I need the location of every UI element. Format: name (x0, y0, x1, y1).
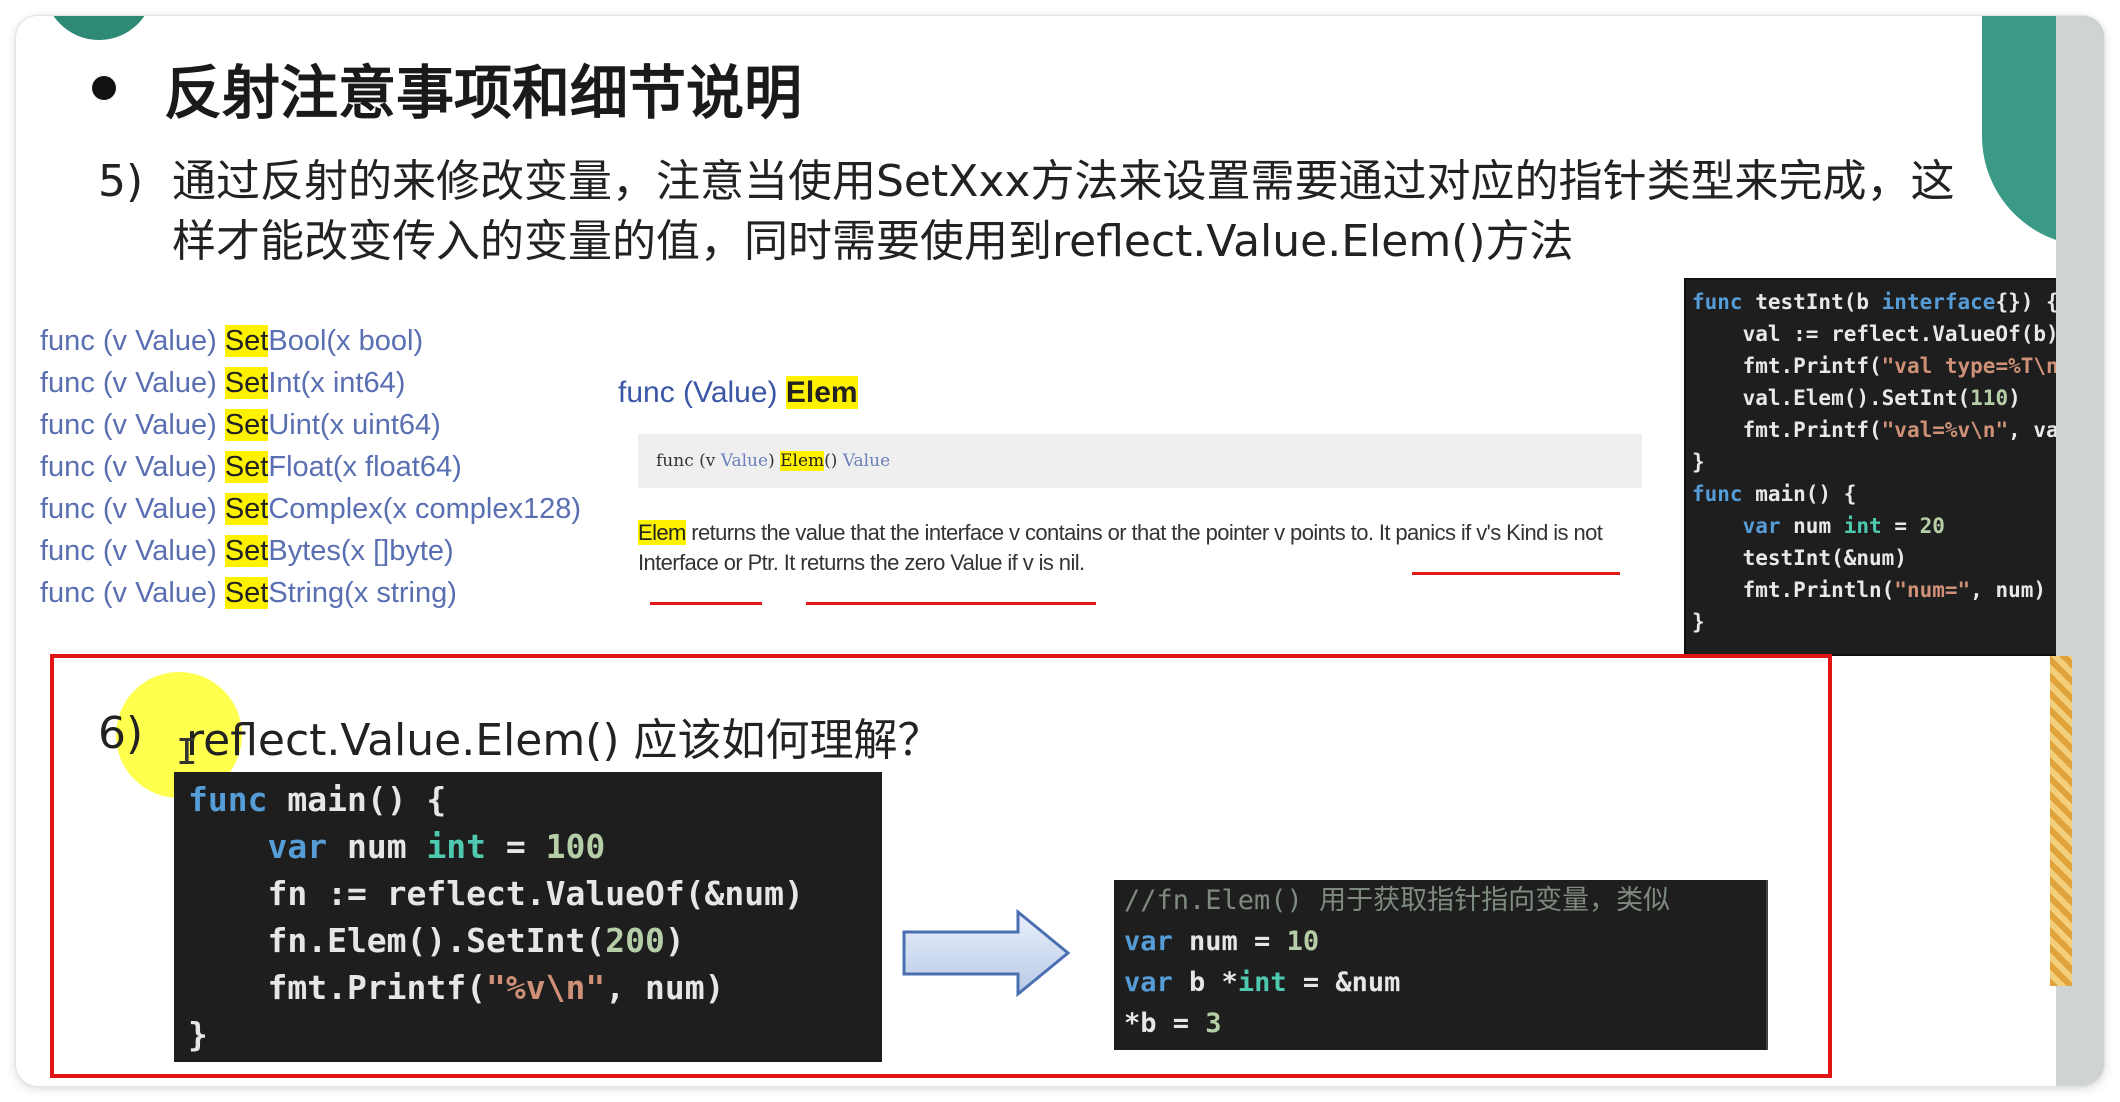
code-line: fn := reflect.ValueOf(&num) (188, 874, 804, 913)
bullet-dot (92, 76, 116, 100)
code-line: var num = 10 (1124, 926, 1320, 957)
text-cursor-icon: I (176, 732, 198, 773)
slide-decoration-stripes (2050, 656, 2072, 986)
code-block: func testInt(b interface{}) { val := ref… (1686, 280, 2104, 638)
code-line: testInt(&num) (1692, 546, 1907, 570)
code-line: var b *int = &num (1124, 967, 1401, 998)
slide-title: 反射注意事项和细节说明 (164, 59, 803, 127)
item-6-text: reflect.Value.Elem() 应该如何理解？ (186, 715, 942, 766)
code-comment: //fn.Elem() 用于获取指针指向变量，类似 (1124, 885, 1671, 916)
code-line: func main() { (1692, 482, 1857, 506)
red-underline-zero-value (806, 602, 1096, 605)
setter-line: func (v Value) SetBytes(x []byte) (40, 535, 454, 567)
code-line: *b = 3 (1124, 1008, 1222, 1039)
setter-line: func (v Value) SetBool(x bool) (40, 325, 424, 357)
code-line: fmt.Printf("val type=%T\n", (1692, 354, 2084, 378)
item-6-number: 6) (98, 708, 144, 759)
code-block: //fn.Elem() 用于获取指针指向变量，类似 var num = 10 var… (1114, 880, 1766, 1044)
code-line: fmt.Println("num=", num) (1692, 578, 2047, 602)
code-line: fmt.Printf("val=%v\n", val) (1692, 418, 2084, 442)
red-underline-interface (650, 602, 762, 605)
slide: 反射注意事项和细节说明 5) 通过反射的来修改变量，注意当使用SetXxx方法来… (16, 16, 2104, 1086)
code-line: val.Elem().SetInt(110) (1692, 386, 2021, 410)
setter-line: func (v Value) SetUint(x uint64) (40, 409, 441, 441)
elem-doc-title: func (Value) Elem (618, 376, 858, 409)
code-line: } (188, 1015, 208, 1054)
elem-doc-signature: func (v Value) Elem() Value (638, 434, 1642, 488)
right-arrow-icon (902, 908, 1071, 998)
code-block: func main() { var num int = 100 fn := re… (174, 772, 882, 1058)
item-5-number: 5) (98, 156, 144, 207)
setter-line: func (v Value) SetInt(x int64) (40, 367, 406, 399)
code-line: } (1692, 610, 1705, 634)
setter-method-list: func (v Value) SetBool(x bool) func (v V… (40, 320, 581, 614)
code-line: func main() { (188, 780, 447, 819)
code-line: func testInt(b interface{}) { (1692, 290, 2059, 314)
red-underline-panics (1412, 572, 1620, 575)
code-line: var num int = 100 (267, 827, 606, 866)
code-line: } (1692, 450, 1705, 474)
setter-line: func (v Value) SetFloat(x float64) (40, 451, 462, 483)
screenshot-frame: 反射注意事项和细节说明 5) 通过反射的来修改变量，注意当使用SetXxx方法来… (16, 16, 2104, 1086)
setter-line: func (v Value) SetString(x string) (40, 577, 457, 609)
setter-line: func (v Value) SetComplex(x complex128) (40, 493, 582, 525)
code-line: val := reflect.ValueOf(b) (1692, 322, 2059, 346)
code-line: fmt.Printf("%v\n", num) (188, 968, 725, 1007)
code-line: var num int = 20 (1742, 514, 1945, 538)
slide-decoration-top-left (44, 16, 154, 40)
code-panel-pointer-analogy: //fn.Elem() 用于获取指针指向变量，类似 var num = 10 var… (1114, 880, 1768, 1050)
code-line: fn.Elem().SetInt(200) (188, 921, 685, 960)
code-panel-main: func main() { var num int = 100 fn := re… (174, 772, 882, 1062)
elem-doc-description: Elem returns the value that the interfac… (638, 520, 1603, 575)
code-panel-testint: func testInt(b interface{}) { val := ref… (1684, 278, 2104, 656)
item-5-text: 通过反射的来修改变量，注意当使用SetXxx方法来设置需要通过对应的指针类型来完… (172, 156, 1955, 267)
